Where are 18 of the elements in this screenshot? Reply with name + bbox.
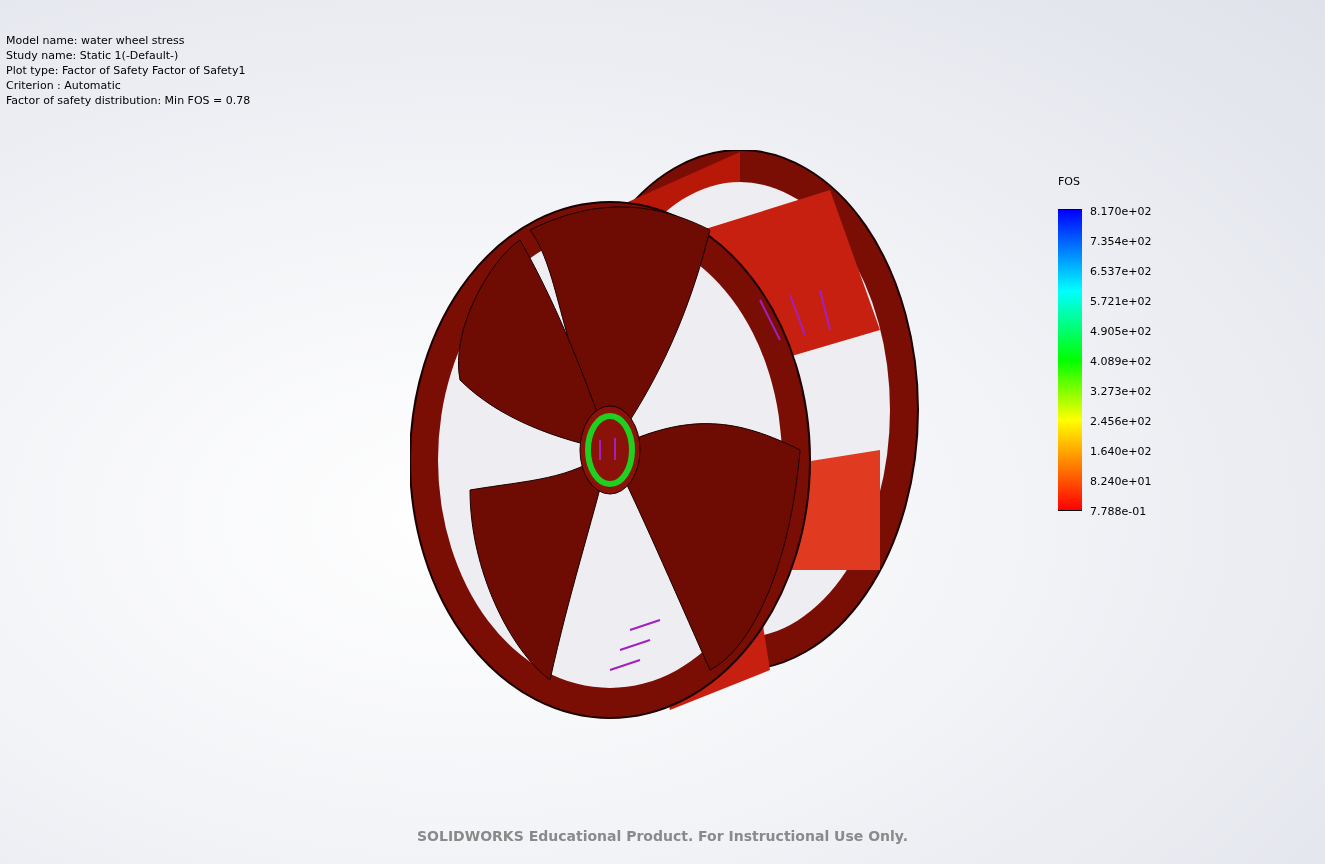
- scale-value: 4.089e+02: [1090, 355, 1152, 370]
- study-info-line: Plot type: Factor of Safety Factor of Safety1: [6, 63, 247, 78]
- scale-value: 6.537e+02: [1090, 265, 1152, 280]
- educational-notice: SOLIDWORKS Educational Product. For Instructional Use Only.: [416, 828, 909, 844]
- study-info-line: Criterion : Automatic: [6, 78, 122, 93]
- scale-value: 8.240e+01: [1090, 475, 1152, 490]
- scale-value: 3.273e+02: [1090, 385, 1152, 400]
- study-info-line: Study name: Static 1(-Default-): [6, 48, 180, 63]
- scale-value: 8.170e+02: [1090, 205, 1152, 220]
- scale-value: 1.640e+02: [1090, 445, 1152, 460]
- scale-value: 5.721e+02: [1090, 295, 1152, 310]
- scale-value: 4.905e+02: [1090, 325, 1152, 340]
- legend-title: FOS: [1058, 175, 1081, 188]
- scale-value: 7.354e+02: [1090, 235, 1152, 250]
- scale-value: 7.788e-01: [1090, 505, 1148, 520]
- scale-value: 2.456e+02: [1090, 415, 1152, 430]
- study-info-line: Model name: water wheel stress: [6, 33, 186, 48]
- study-info-line: Factor of safety distribution: Min FOS = 0.78: [6, 93, 252, 108]
